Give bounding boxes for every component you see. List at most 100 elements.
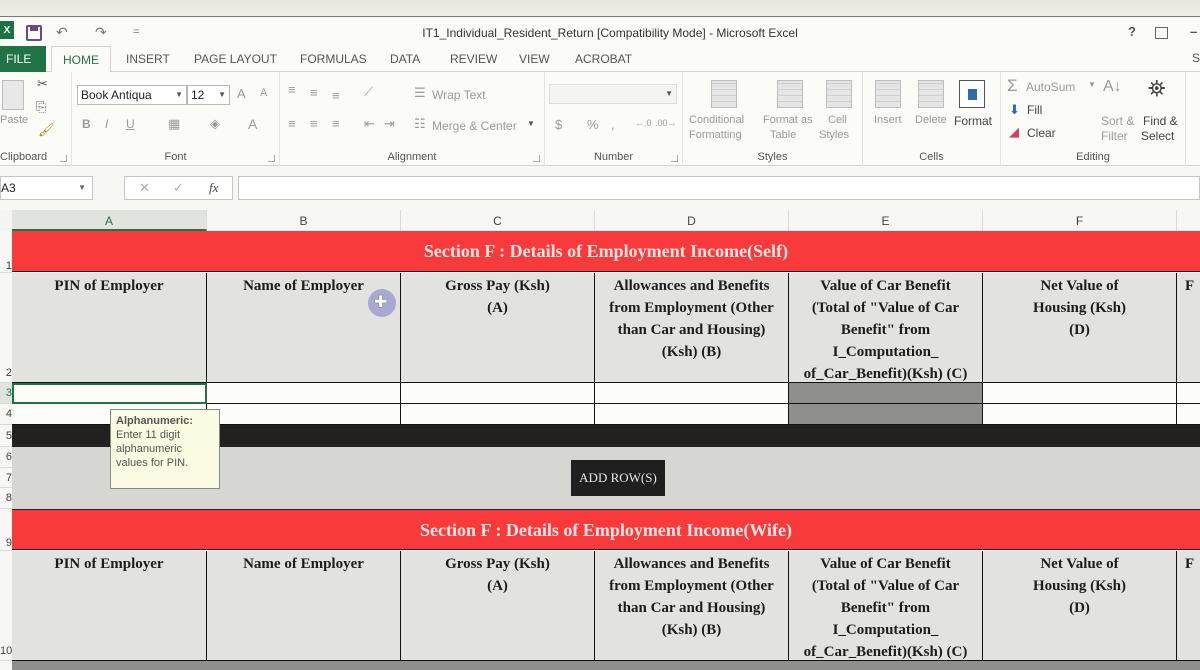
column-header-d[interactable]: D: [595, 210, 789, 231]
align-right-icon[interactable]: ≡: [332, 116, 340, 131]
minimize-button[interactable]: –: [1190, 24, 1197, 39]
chevron-down-icon[interactable]: ▼: [1088, 80, 1096, 89]
font-color-button[interactable]: A: [248, 116, 257, 132]
cell-f4[interactable]: [983, 404, 1177, 425]
formula-input[interactable]: [238, 176, 1200, 200]
italic-button[interactable]: I: [105, 117, 108, 131]
header-net-value-of-housing[interactable]: Net Value of Housing (Ksh) (D): [983, 551, 1177, 661]
orientation-icon[interactable]: ⟋: [364, 84, 373, 100]
clear-button[interactable]: Clear: [1027, 126, 1056, 140]
delete-button[interactable]: Delete: [915, 114, 947, 126]
underline-button[interactable]: U: [126, 117, 135, 131]
cell-g3[interactable]: [1177, 383, 1200, 404]
insert-function-icon[interactable]: fx: [209, 180, 218, 196]
merge-center-button[interactable]: Merge & Center: [432, 119, 517, 133]
column-header-e[interactable]: E: [789, 210, 983, 231]
chevron-down-icon[interactable]: ▼: [78, 177, 86, 199]
tab-formulas[interactable]: FORMULAS: [300, 46, 367, 72]
conditional-formatting-button-line2[interactable]: Formatting: [689, 129, 742, 141]
tab-home[interactable]: HOME: [51, 46, 111, 73]
cell-c3[interactable]: [401, 383, 595, 404]
decrease-decimal-button[interactable]: .00→: [655, 118, 677, 128]
cell-g4[interactable]: [1177, 404, 1200, 425]
paste-button[interactable]: Paste: [0, 114, 28, 126]
find-select-button[interactable]: Find &: [1143, 114, 1178, 128]
header-value-of-car-benefit[interactable]: Value of Car Benefit (Total of "Value of…: [789, 551, 983, 661]
grow-font-icon[interactable]: A: [237, 86, 246, 101]
header-pin-of-employer[interactable]: PIN of Employer: [12, 273, 207, 383]
header-allowances-benefits[interactable]: Allowances and Benefits from Employment …: [595, 273, 789, 383]
font-name-dropdown[interactable]: Book Antiqua ▼: [77, 85, 187, 105]
tab-view[interactable]: VIEW: [519, 46, 550, 72]
font-size-dropdown[interactable]: 12 ▼: [187, 85, 230, 105]
header-column-g[interactable]: F: [1177, 551, 1200, 661]
fill-button[interactable]: Fill: [1027, 103, 1042, 117]
column-header-g[interactable]: [1177, 210, 1200, 231]
insert-button[interactable]: Insert: [874, 114, 902, 126]
select-all-corner[interactable]: [0, 210, 12, 231]
bottom-align-icon[interactable]: ≡: [332, 88, 340, 103]
cell-styles-button-line2[interactable]: Styles: [819, 129, 849, 141]
header-column-g[interactable]: F: [1177, 273, 1200, 383]
header-net-value-of-housing[interactable]: Net Value of Housing (Ksh) (D): [983, 273, 1177, 383]
header-name-of-employer[interactable]: Name of Employer: [207, 551, 401, 661]
increase-decimal-button[interactable]: ←.0: [635, 118, 652, 128]
find-select-button-line2[interactable]: Select: [1141, 129, 1174, 143]
header-allowances-benefits[interactable]: Allowances and Benefits from Employment …: [595, 551, 789, 661]
row-header-9[interactable]: 9: [0, 509, 12, 551]
cell-d3[interactable]: [595, 383, 789, 404]
autosum-button[interactable]: AutoSum: [1026, 80, 1075, 94]
format-painter-icon[interactable]: 🖌: [38, 122, 55, 138]
name-box[interactable]: A3 ▼: [0, 176, 93, 200]
header-pin-of-employer[interactable]: PIN of Employer: [12, 551, 207, 661]
ribbon-display-options-icon[interactable]: [1155, 27, 1168, 39]
cell-a3-pin-input[interactable]: [12, 383, 207, 404]
copy-icon[interactable]: ⎘: [36, 99, 46, 115]
column-header-a[interactable]: A: [12, 210, 207, 231]
section-wife-title[interactable]: Section F : Details of Employment Income…: [12, 509, 1200, 550]
row-header-3[interactable]: 3: [0, 383, 12, 404]
currency-button[interactable]: $: [555, 117, 562, 132]
row-header-10[interactable]: 10: [0, 551, 12, 661]
row-header-6[interactable]: 6: [0, 447, 12, 468]
format-as-table-button-line2[interactable]: Table: [770, 129, 796, 141]
enter-icon[interactable]: ✓: [173, 180, 184, 196]
header-gross-pay[interactable]: Gross Pay (Ksh) (A): [401, 551, 595, 661]
section-self-title[interactable]: Section F : Details of Employment Income…: [12, 231, 1200, 272]
header-name-of-employer[interactable]: Name of Employer: [207, 273, 401, 383]
cell-b3[interactable]: [207, 383, 401, 404]
borders-icon[interactable]: ▦: [168, 116, 180, 132]
paste-icon[interactable]: [2, 80, 24, 110]
add-rows-button[interactable]: ADD ROW(S): [571, 460, 665, 496]
sign-in-link[interactable]: S: [1192, 51, 1200, 65]
help-button[interactable]: ?: [1128, 24, 1136, 39]
column-header-b[interactable]: B: [207, 210, 401, 231]
conditional-formatting-button[interactable]: Conditional: [689, 114, 744, 126]
row-header-2[interactable]: 2: [0, 273, 12, 383]
shrink-font-icon[interactable]: A: [260, 87, 267, 99]
column-header-c[interactable]: C: [401, 210, 595, 231]
top-align-icon[interactable]: ≡: [288, 82, 296, 97]
increase-indent-icon[interactable]: ⇥: [384, 116, 395, 132]
alignment-launcher-icon[interactable]: [533, 155, 540, 162]
align-left-icon[interactable]: ≡: [288, 116, 296, 131]
cell-b4[interactable]: [207, 404, 401, 425]
format-button[interactable]: Format: [954, 114, 992, 128]
row-header-7[interactable]: 7: [0, 468, 12, 488]
tab-page-layout[interactable]: PAGE LAYOUT: [194, 46, 277, 72]
percent-button[interactable]: %: [587, 117, 599, 132]
tab-review[interactable]: REVIEW: [450, 46, 497, 72]
middle-align-icon[interactable]: ≡: [310, 85, 318, 100]
header-gross-pay[interactable]: Gross Pay (Ksh) (A): [401, 273, 595, 383]
font-launcher-icon[interactable]: [268, 155, 275, 162]
clipboard-launcher-icon[interactable]: [60, 155, 67, 162]
cut-icon[interactable]: ✂: [37, 76, 48, 92]
sort-filter-button[interactable]: Sort &: [1101, 114, 1134, 128]
center-icon[interactable]: ≡: [310, 116, 318, 131]
column-header-f[interactable]: F: [983, 210, 1177, 231]
decrease-indent-icon[interactable]: ⇤: [364, 116, 375, 132]
tab-data[interactable]: DATA: [390, 46, 420, 72]
tab-acrobat[interactable]: ACROBAT: [575, 46, 632, 72]
number-format-dropdown[interactable]: ▼: [549, 84, 677, 104]
row-header-4[interactable]: 4: [0, 404, 12, 425]
